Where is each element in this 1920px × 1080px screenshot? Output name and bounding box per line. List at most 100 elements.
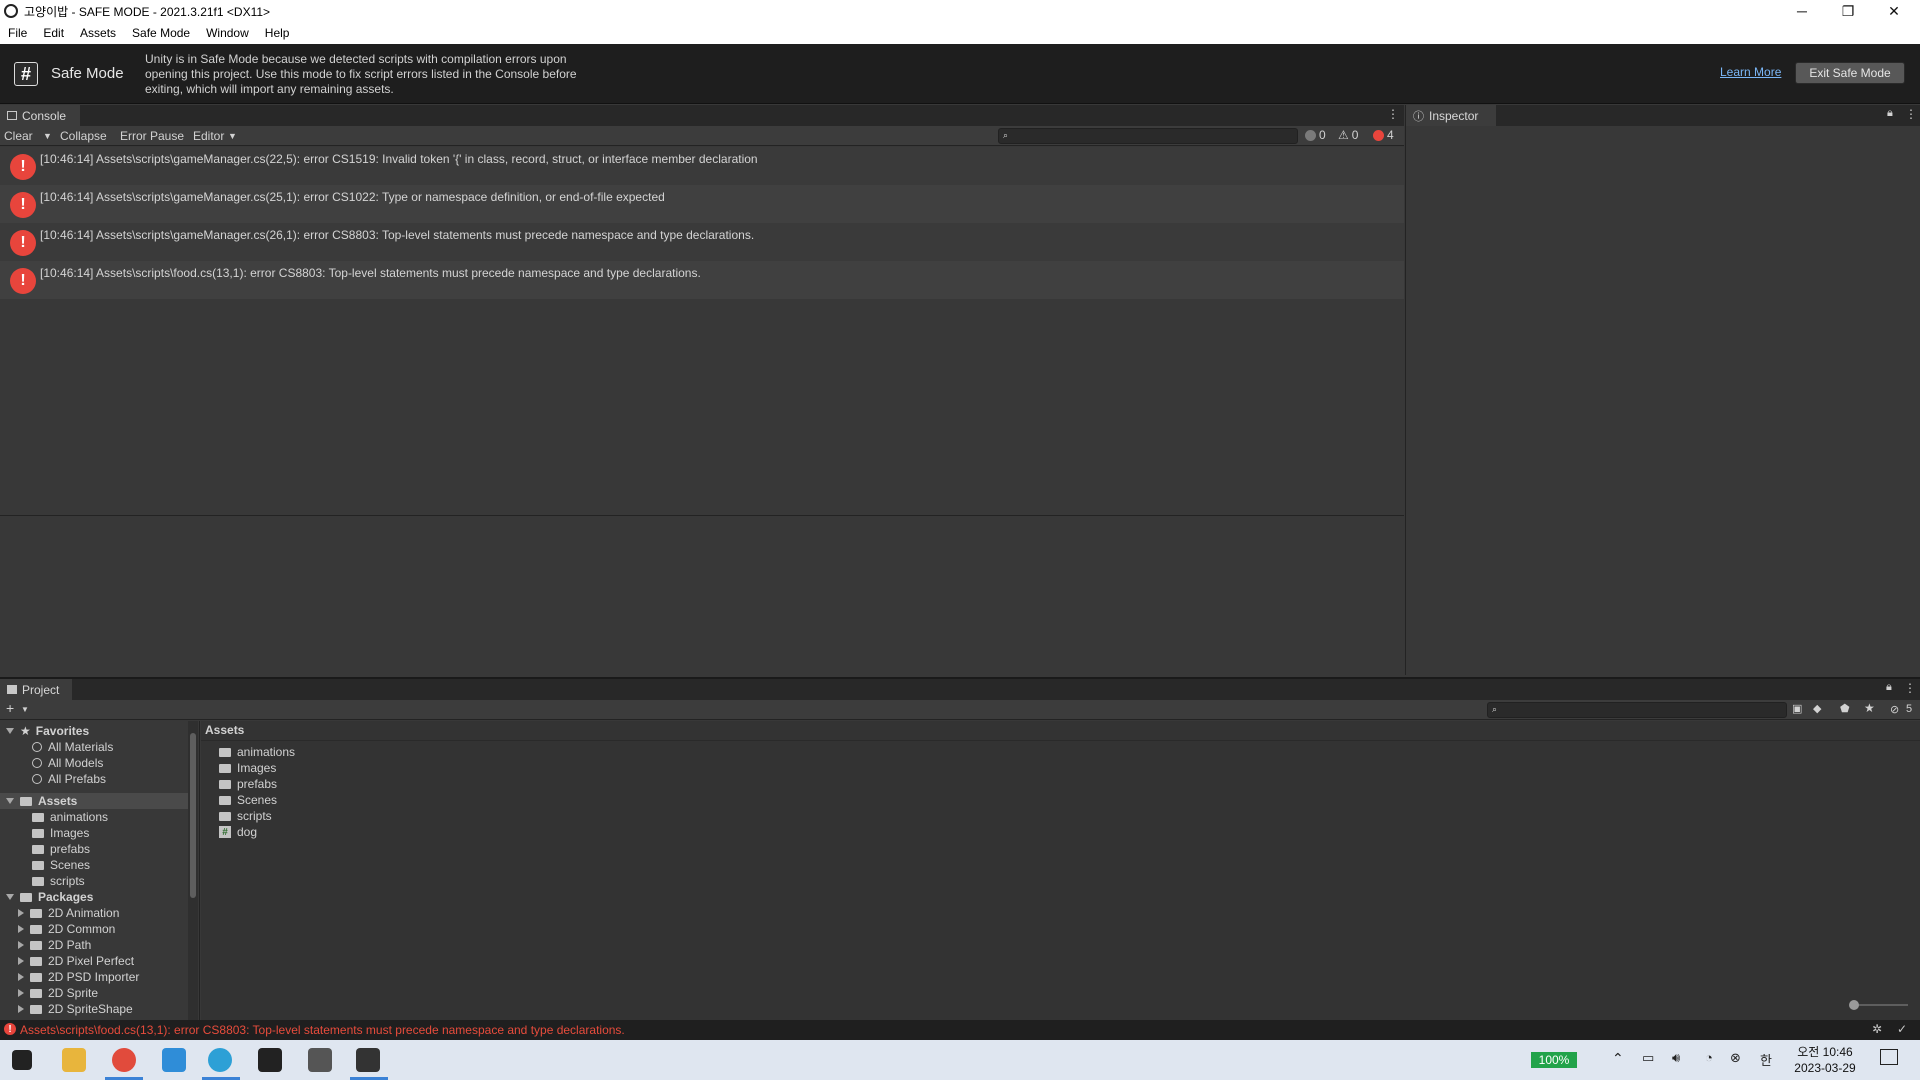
chevron-up-icon[interactable]: ⌃: [1612, 1050, 1624, 1067]
learn-more-link[interactable]: Learn More: [1720, 65, 1781, 79]
error-pause-button[interactable]: Error Pause: [120, 129, 184, 143]
log-count-toggle[interactable]: 0: [1305, 128, 1326, 142]
collapsed-arrow-icon[interactable]: [18, 925, 24, 933]
restore-button[interactable]: ❐: [1826, 0, 1870, 22]
asset-folder-animations[interactable]: animations: [219, 744, 295, 760]
tree-scrollbar[interactable]: [188, 721, 198, 1021]
tree-package-item[interactable]: 2D SpriteShape: [18, 1001, 199, 1017]
file-explorer-icon[interactable]: [62, 1048, 86, 1072]
tree-assets[interactable]: Assets: [0, 793, 188, 809]
asset-folder-scenes[interactable]: Scenes: [219, 792, 277, 808]
menu-file[interactable]: File: [0, 26, 35, 40]
tree-item-all-materials[interactable]: All Materials: [32, 739, 199, 755]
tree-package-item[interactable]: 2D Common: [18, 921, 199, 937]
collapsed-arrow-icon[interactable]: [18, 957, 24, 965]
tree-package-item[interactable]: 2D PSD Importer: [18, 969, 199, 985]
asset-folder-prefabs[interactable]: prefabs: [219, 776, 277, 792]
error-count-toggle[interactable]: 4: [1373, 128, 1394, 142]
tree-package-item[interactable]: 2D Sprite: [18, 985, 199, 1001]
expand-arrow-icon[interactable]: [6, 728, 14, 734]
tree-package-item[interactable]: 2D Path: [18, 937, 199, 953]
tree-packages[interactable]: Packages: [6, 889, 196, 905]
search-by-type-icon[interactable]: ▣: [1792, 702, 1802, 715]
more-options-icon[interactable]: ⋮: [1904, 681, 1916, 695]
notification-icon[interactable]: [1880, 1049, 1898, 1065]
more-options-icon[interactable]: ⋮: [1905, 107, 1917, 121]
clear-dropdown-icon[interactable]: ▼: [43, 131, 52, 141]
collapsed-arrow-icon[interactable]: [18, 989, 24, 997]
tree-folder-prefabs[interactable]: prefabs: [32, 841, 199, 857]
collapsed-arrow-icon[interactable]: [18, 941, 24, 949]
console-message-row[interactable]: ! [10:46:14] Assets\scripts\gameManager.…: [0, 223, 1404, 261]
breadcrumb[interactable]: Assets: [205, 723, 244, 737]
tab-inspector[interactable]: ⓘ Inspector: [1406, 105, 1496, 126]
tree-item-all-models[interactable]: All Models: [32, 755, 199, 771]
asset-folder-images[interactable]: Images: [219, 760, 276, 776]
editor-dropdown[interactable]: Editor: [193, 129, 224, 143]
ime-indicator[interactable]: 한: [1760, 1050, 1772, 1069]
asset-script-dog[interactable]: # dog: [219, 824, 257, 840]
wifi-icon[interactable]: ◔: [1705, 1050, 1713, 1065]
tab-project[interactable]: Project: [0, 679, 72, 700]
menu-assets[interactable]: Assets: [72, 26, 124, 40]
battery-icon[interactable]: ▭: [1642, 1050, 1654, 1066]
scrollbar-thumb[interactable]: [190, 733, 196, 898]
lock-icon[interactable]: 🔒︎: [1886, 681, 1892, 694]
add-icon[interactable]: +: [6, 700, 14, 716]
collapsed-arrow-icon[interactable]: [18, 909, 24, 917]
console-message-row[interactable]: ! [10:46:14] Assets\scripts\food.cs(13,1…: [0, 261, 1404, 299]
collapsed-arrow-icon[interactable]: [18, 973, 24, 981]
minimize-button[interactable]: ─: [1780, 0, 1824, 22]
status-icon[interactable]: ⊗: [1730, 1050, 1741, 1066]
tab-console[interactable]: Console: [0, 105, 80, 126]
close-button[interactable]: ✕: [1872, 0, 1916, 22]
favorite-star-icon[interactable]: ★: [1864, 701, 1875, 715]
add-dropdown-icon[interactable]: ▼: [21, 705, 29, 714]
collapse-button[interactable]: Collapse: [60, 129, 107, 143]
lock-icon[interactable]: 🔒︎: [1887, 107, 1893, 120]
debug-icon[interactable]: ✲: [1872, 1022, 1882, 1036]
tag-icon[interactable]: ⬟: [1840, 702, 1850, 715]
exit-safe-mode-button[interactable]: Exit Safe Mode: [1795, 62, 1905, 84]
edge-icon[interactable]: [208, 1048, 232, 1072]
warning-count-toggle[interactable]: ⚠ 0: [1338, 128, 1358, 142]
tree-favorites[interactable]: ★ Favorites: [6, 723, 196, 739]
status-bar[interactable]: ! Assets\scripts\food.cs(13,1): error CS…: [0, 1020, 1920, 1040]
asset-folder-scripts[interactable]: scripts: [219, 808, 272, 824]
console-search-input[interactable]: ⌕: [998, 128, 1298, 144]
volume-icon[interactable]: 🔊︎: [1672, 1050, 1680, 1066]
editor-dropdown-icon[interactable]: ▼: [228, 131, 237, 141]
tree-folder-scenes[interactable]: Scenes: [32, 857, 199, 873]
menu-window[interactable]: Window: [198, 26, 257, 40]
status-message[interactable]: Assets\scripts\food.cs(13,1): error CS88…: [20, 1023, 625, 1037]
search-by-label-icon[interactable]: ◆: [1813, 702, 1821, 715]
hidden-packages-icon[interactable]: ⊘: [1890, 703, 1899, 716]
expand-arrow-icon[interactable]: [6, 894, 14, 900]
tree-item-all-prefabs[interactable]: All Prefabs: [32, 771, 199, 787]
icon-size-slider[interactable]: [1853, 1004, 1908, 1006]
tree-package-item[interactable]: 2D Animation: [18, 905, 199, 921]
chrome-icon[interactable]: [112, 1048, 136, 1072]
console-message-row[interactable]: ! [10:46:14] Assets\scripts\gameManager.…: [0, 185, 1404, 223]
menu-safe-mode[interactable]: Safe Mode: [124, 26, 198, 40]
app-icon[interactable]: [258, 1048, 282, 1072]
menu-edit[interactable]: Edit: [35, 26, 72, 40]
unity-icon[interactable]: [356, 1048, 380, 1072]
tree-package-item[interactable]: 2D Pixel Perfect: [18, 953, 199, 969]
battery-indicator[interactable]: 100%: [1531, 1052, 1577, 1068]
unity-hub-icon[interactable]: [308, 1048, 332, 1072]
project-search-input[interactable]: ⌕: [1487, 702, 1787, 718]
menu-help[interactable]: Help: [257, 26, 298, 40]
expand-arrow-icon[interactable]: [6, 798, 14, 804]
tree-folder-animations[interactable]: animations: [32, 809, 199, 825]
console-message-row[interactable]: ! [10:46:14] Assets\scripts\gameManager.…: [0, 147, 1404, 185]
tree-folder-scripts[interactable]: scripts: [32, 873, 199, 889]
clock[interactable]: 오전 10:46 2023-03-29: [1790, 1044, 1860, 1076]
progress-check-icon[interactable]: ✓: [1897, 1022, 1907, 1036]
slider-handle[interactable]: [1849, 1000, 1859, 1010]
tree-folder-images[interactable]: Images: [32, 825, 199, 841]
more-options-icon[interactable]: ⋮: [1387, 107, 1399, 121]
collapsed-arrow-icon[interactable]: [18, 1005, 24, 1013]
start-icon[interactable]: [12, 1050, 32, 1070]
app-icon[interactable]: [162, 1048, 186, 1072]
